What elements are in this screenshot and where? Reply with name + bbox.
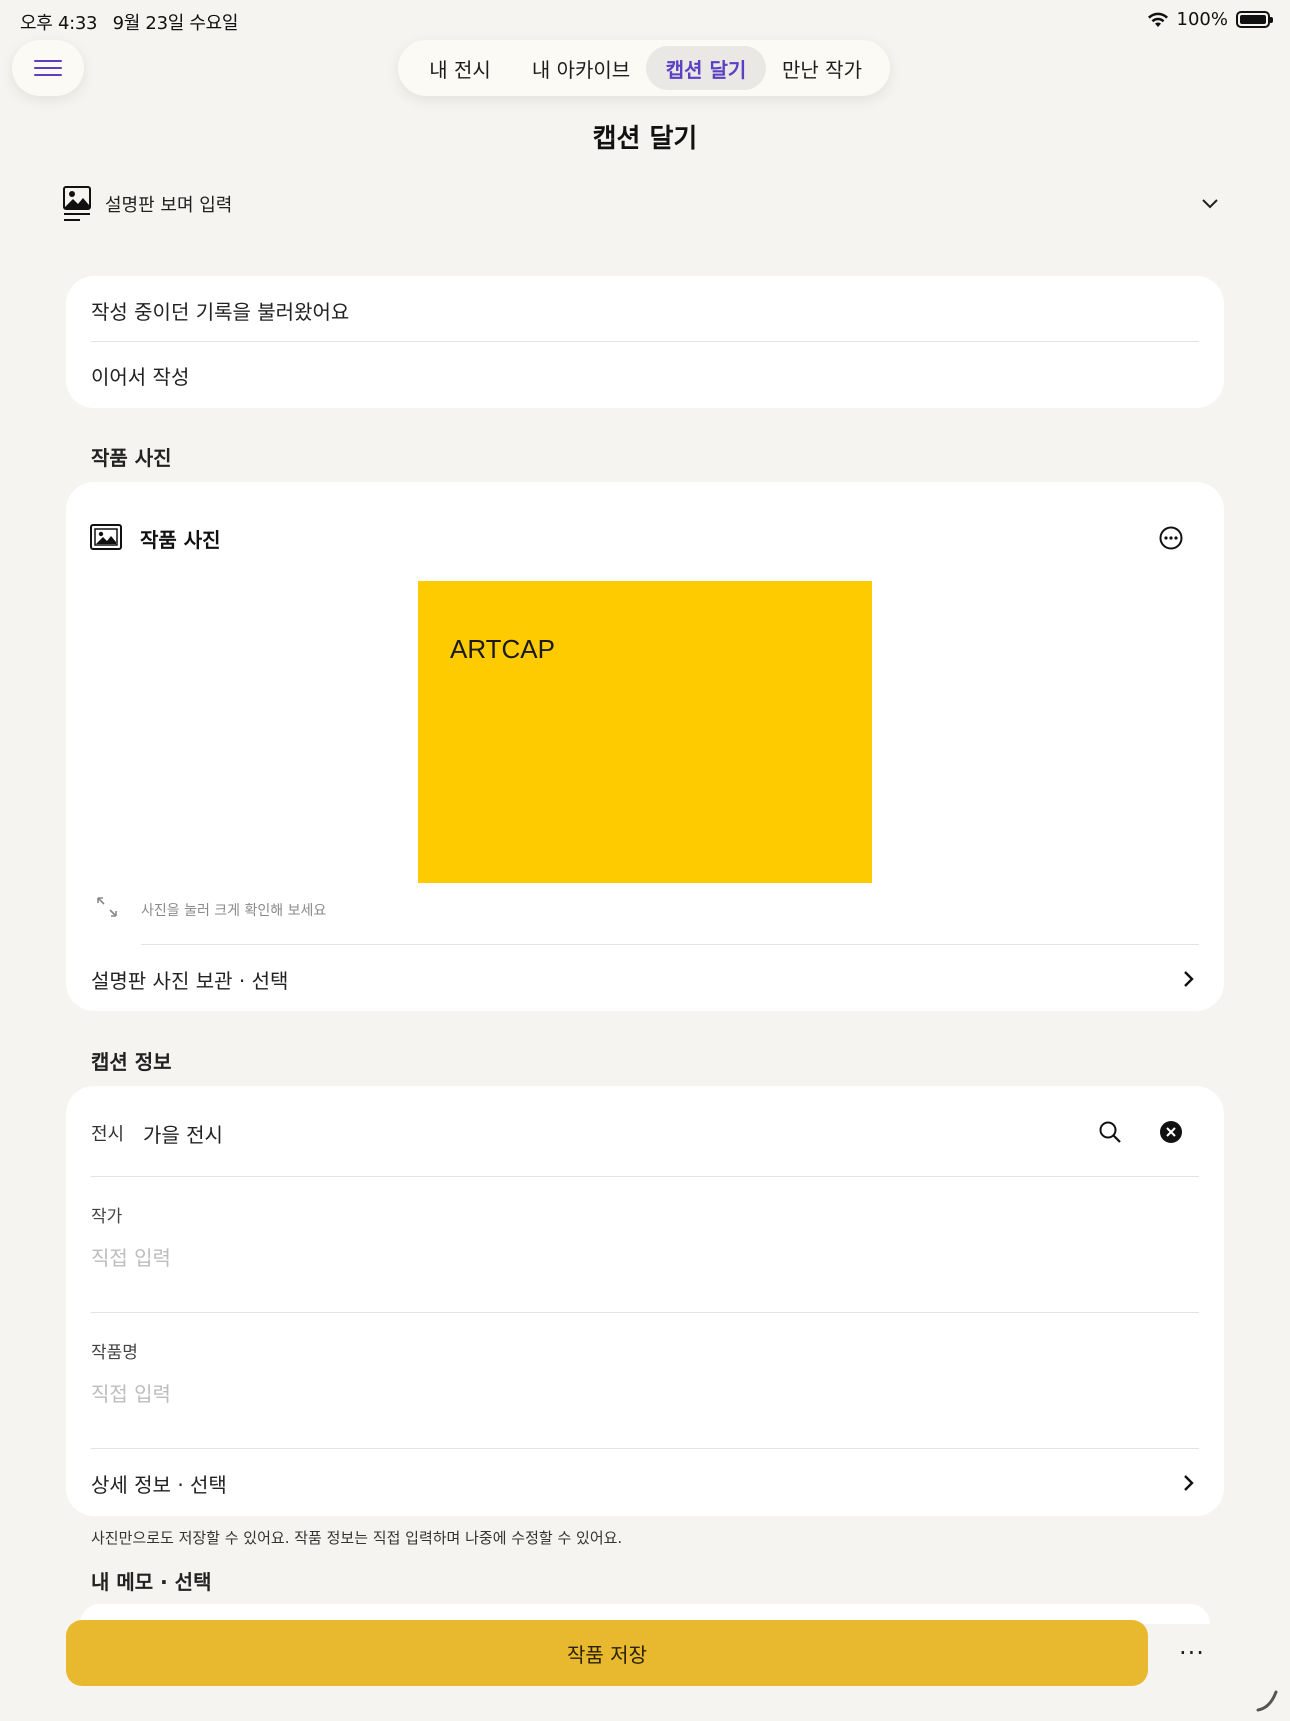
photo-icon <box>90 524 122 550</box>
more-button[interactable]: ··· <box>1174 1639 1210 1667</box>
divider <box>91 1448 1199 1449</box>
wifi-icon <box>1147 12 1168 27</box>
artist-label: 작가 <box>91 1207 123 1227</box>
photo-card-title: 작품 사진 <box>140 528 221 552</box>
memo-section-label: 내 메모 · 선택 <box>91 1570 212 1594</box>
continue-writing-button[interactable]: 이어서 작성 <box>91 361 189 390</box>
divider <box>91 1312 1199 1313</box>
clear-icon[interactable] <box>1159 1120 1183 1144</box>
draft-message: 작성 중이던 기록을 불러왔어요 <box>91 300 350 324</box>
artwork-title-label: 작품명 <box>91 1343 138 1363</box>
top-tab-bar: 내 전시 내 아카이브 캡션 달기 만난 작가 <box>398 40 890 96</box>
status-date: 9월 23일 수요일 <box>112 13 239 34</box>
artwork-title-input[interactable] <box>91 1382 1091 1406</box>
tab-add-caption[interactable]: 캡션 달기 <box>646 46 766 90</box>
caption-info-card: 전시 가을 전시 작가 작품명 상세 정보 · 선택 <box>66 1086 1224 1516</box>
photo-section-label: 작품 사진 <box>91 446 172 470</box>
artwork-image[interactable]: ARTCAP <box>418 581 872 883</box>
guide-label: 설명판 보며 입력 <box>105 195 233 216</box>
hamburger-icon <box>34 60 62 76</box>
placard-guide-toggle[interactable]: 설명판 보며 입력 <box>63 186 1225 222</box>
artwork-image-text: ARTCAP <box>450 634 555 664</box>
save-artwork-button[interactable]: 작품 저장 <box>66 1620 1148 1686</box>
expand-hint: 사진을 눌러 크게 확인해 보세요 <box>141 903 327 919</box>
chevron-right-icon <box>1184 971 1194 987</box>
page-title: 캡션 달기 <box>592 124 698 154</box>
detail-info-button[interactable]: 상세 정보 · 선택 <box>91 1469 227 1498</box>
resize-handle-icon <box>1256 1690 1278 1712</box>
divider <box>91 341 1199 342</box>
status-time: 오후 4:33 <box>20 13 98 34</box>
status-bar-right: 100% <box>1147 9 1273 30</box>
draft-restore-card: 작성 중이던 기록을 불러왔어요 이어서 작성 <box>66 276 1224 408</box>
artist-input[interactable] <box>91 1246 1091 1270</box>
tab-met-artists[interactable]: 만난 작가 <box>766 46 878 90</box>
more-options-icon[interactable] <box>1159 526 1183 550</box>
chevron-down-icon <box>1202 199 1218 209</box>
battery-percent: 100% <box>1176 9 1228 30</box>
divider <box>91 1176 1199 1177</box>
search-icon[interactable] <box>1098 1120 1122 1144</box>
status-bar-left: 오후 4:33 9월 23일 수요일 <box>20 9 248 35</box>
save-note: 사진만으로도 저장할 수 있어요. 작품 정보는 직접 입력하며 나중에 수정할… <box>91 1529 623 1547</box>
exhibition-label: 전시 <box>91 1124 125 1145</box>
tab-my-exhibitions[interactable]: 내 전시 <box>404 46 516 90</box>
placard-photo-button[interactable]: 설명판 사진 보관 · 선택 <box>91 965 288 994</box>
expand-icon <box>97 897 117 917</box>
caption-section-label: 캡션 정보 <box>91 1050 172 1074</box>
battery-icon <box>1236 11 1273 28</box>
artwork-photo-card: 작품 사진 ARTCAP 사진을 눌러 크게 확인해 보세요 설명판 사진 보관… <box>66 482 1224 1011</box>
exhibition-value[interactable]: 가을 전시 <box>143 1119 223 1148</box>
menu-button[interactable] <box>12 40 84 96</box>
placard-image-icon <box>63 186 91 221</box>
chevron-right-icon <box>1184 1475 1194 1491</box>
tab-my-archive[interactable]: 내 아카이브 <box>516 46 646 90</box>
divider <box>141 944 1199 945</box>
